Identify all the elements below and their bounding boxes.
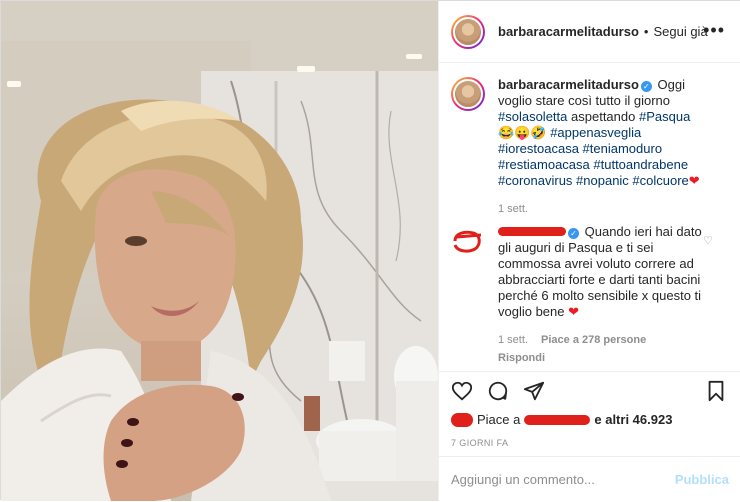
- caption-meta: 1 sett.: [498, 201, 704, 217]
- likes-summary[interactable]: Piace a e altri 46.923: [451, 412, 672, 427]
- comment-likes[interactable]: Piace a 278 persone: [541, 334, 646, 346]
- caption-body-2: aspettando: [571, 109, 636, 124]
- redacted-username[interactable]: [498, 227, 566, 236]
- commenter-avatar[interactable]: [451, 224, 485, 258]
- verified-icon: ✓: [568, 228, 579, 239]
- comment-icon[interactable]: [487, 380, 509, 402]
- comment-meta: 1 sett. Piace a 278 persone Rispondi: [498, 332, 704, 366]
- caption-username[interactable]: barbaracarmelitadurso: [498, 77, 639, 92]
- avatar[interactable]: [451, 14, 485, 49]
- separator-dot: •: [643, 24, 649, 39]
- comment: ✓ Quando ieri hai dato gli auguri di Pas…: [451, 224, 704, 366]
- post-sidebar: barbaracarmelitadurso • Segui già ••• ba…: [438, 1, 740, 501]
- caption-time[interactable]: 1 sett.: [498, 203, 528, 215]
- likes-prefix: Piace a: [477, 412, 521, 427]
- comment-time[interactable]: 1 sett.: [498, 334, 528, 346]
- selfie-image: [1, 1, 438, 501]
- follow-status-button[interactable]: Segui già: [653, 24, 707, 39]
- heart-emoji: ❤: [568, 304, 580, 319]
- hashtag-link[interactable]: #Pasqua: [639, 109, 690, 124]
- more-options-icon[interactable]: •••: [703, 21, 725, 39]
- redaction-scribble: [453, 230, 482, 253]
- caption: barbaracarmelitadurso ✓ Oggi voglio stare…: [451, 77, 704, 217]
- post-header: barbaracarmelitadurso • Segui già •••: [439, 1, 740, 63]
- comment-input[interactable]: [451, 472, 675, 487]
- reply-button[interactable]: Rispondi: [498, 350, 694, 366]
- heart-emoji: ❤: [688, 173, 700, 188]
- header-username[interactable]: barbaracarmelitadurso: [498, 24, 639, 39]
- caption-text: barbaracarmelitadurso ✓ Oggi voglio stare…: [498, 77, 704, 217]
- post-dialog: barbaracarmelitadurso • Segui già ••• ba…: [0, 0, 740, 501]
- comment-like-icon[interactable]: ♡: [703, 234, 713, 247]
- redacted-liker-avatar: [451, 412, 473, 427]
- post-actions: Piace a e altri 46.923 7 GIORNI FA Pubbl…: [439, 371, 740, 501]
- comment-body: Quando ieri hai dato gli auguri di Pasqu…: [498, 224, 702, 319]
- add-comment-bar: Pubblica: [439, 456, 740, 502]
- hashtag-link[interactable]: #solasoletta: [498, 109, 567, 124]
- redacted-liker-name[interactable]: [524, 414, 591, 425]
- like-icon[interactable]: [451, 380, 473, 402]
- emoji-group: 😂😛🤣: [498, 125, 547, 140]
- share-icon[interactable]: [523, 380, 545, 402]
- comments-list[interactable]: barbaracarmelitadurso ✓ Oggi voglio stare…: [439, 64, 740, 371]
- verified-icon: ✓: [640, 81, 652, 92]
- caption-avatar[interactable]: [451, 77, 485, 111]
- comment-text: ✓ Quando ieri hai dato gli auguri di Pas…: [498, 224, 704, 366]
- post-date[interactable]: 7 GIORNI FA: [451, 438, 508, 448]
- publish-button[interactable]: Pubblica: [675, 472, 729, 487]
- post-photo[interactable]: [1, 1, 438, 501]
- action-icons: [451, 380, 545, 402]
- save-bookmark-icon[interactable]: [705, 380, 727, 402]
- likes-count[interactable]: e altri 46.923: [594, 412, 672, 427]
